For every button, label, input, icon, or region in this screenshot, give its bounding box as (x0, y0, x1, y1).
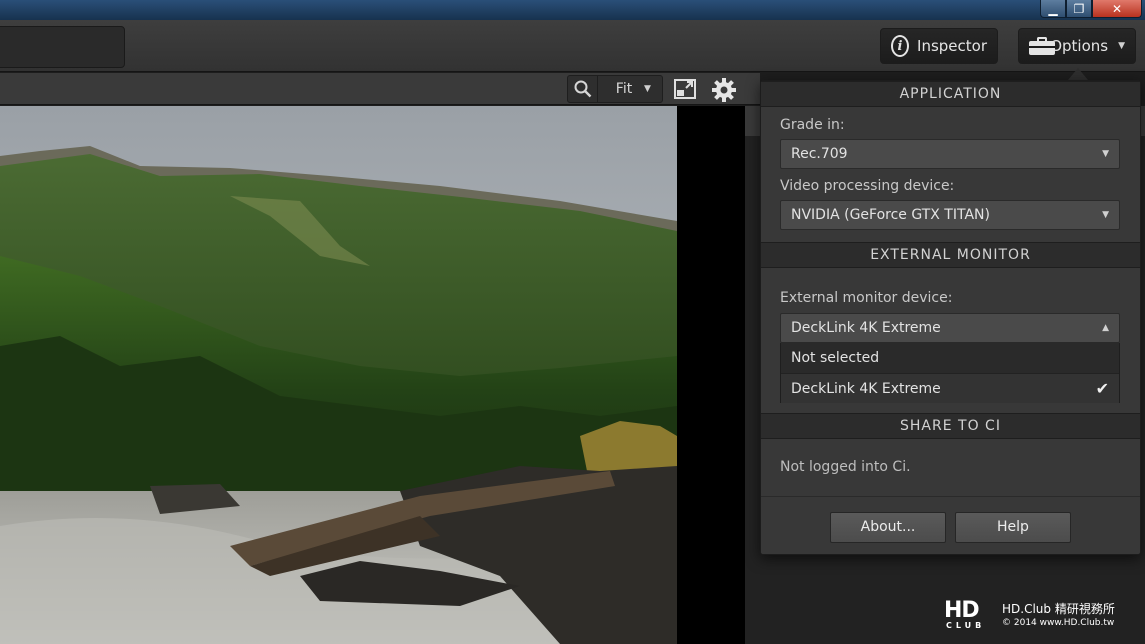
about-button[interactable]: About... (830, 512, 946, 543)
watermark: HD CLUB HD.Club 精研視務所 © 2014 www.HD.Club… (944, 598, 1144, 638)
chevron-down-icon: ▼ (644, 84, 651, 94)
close-window-button[interactable]: ✕ (1092, 0, 1142, 18)
toolbar-left-field[interactable] (0, 26, 125, 68)
grade-label: Grade in: (780, 117, 845, 133)
watermark-title: HD.Club 精研視務所 (1002, 602, 1115, 616)
watermark-logo: HD (944, 598, 980, 623)
video-device-value: NVIDIA (GeForce GTX TITAN) (791, 207, 990, 223)
application-header: APPLICATION (761, 81, 1140, 107)
viewer-toolbar: Fit ▼ (0, 73, 760, 105)
options-button[interactable]: Options ▼ (1018, 28, 1136, 64)
external-monitor-header: EXTERNAL MONITOR (761, 242, 1140, 268)
info-icon: i (891, 35, 910, 57)
landscape-image (0, 106, 677, 644)
monitor-device-value: DeckLink 4K Extreme (791, 320, 941, 336)
maximize-icon: ❐ (1073, 1, 1085, 16)
ci-status-text: Not logged into Ci. (780, 459, 911, 475)
minimize-icon: ▁ (1048, 1, 1058, 16)
briefcase-icon (1029, 37, 1055, 55)
video-viewer[interactable] (0, 106, 745, 644)
chevron-up-icon: ▲ (1102, 323, 1109, 333)
chevron-down-icon: ▼ (1102, 210, 1109, 220)
maximize-button[interactable]: ❐ (1066, 0, 1092, 18)
options-panel: APPLICATION Grade in: Rec.709 ▼ Video pr… (760, 80, 1141, 555)
options-label: Options (1050, 37, 1109, 55)
zoom-dropdown[interactable]: Fit ▼ (567, 75, 663, 103)
monitor-options-list: Not selected DeckLink 4K Extreme ✔ (780, 343, 1120, 403)
search-icon[interactable] (568, 76, 598, 102)
share-to-ci-header: SHARE TO CI (761, 413, 1140, 439)
zoom-value: Fit (615, 81, 633, 97)
help-button[interactable]: Help (955, 512, 1071, 543)
gear-icon[interactable] (711, 77, 737, 103)
watermark-copyright: © 2014 www.HD.Club.tw (1002, 618, 1115, 628)
chevron-down-icon: ▼ (1118, 41, 1125, 51)
list-item[interactable]: DeckLink 4K Extreme ✔ (781, 373, 1119, 403)
watermark-logo-sub: CLUB (946, 621, 986, 630)
video-device-dropdown[interactable]: NVIDIA (GeForce GTX TITAN) ▼ (780, 200, 1120, 230)
window-titlebar: ▁ ❐ ✕ (0, 0, 1145, 20)
divider (761, 496, 1140, 497)
checkmark-icon: ✔ (1095, 379, 1109, 398)
grade-dropdown[interactable]: Rec.709 ▼ (780, 139, 1120, 169)
inspector-label: Inspector (917, 37, 987, 55)
minimize-button[interactable]: ▁ (1040, 0, 1066, 18)
chevron-down-icon: ▼ (1102, 149, 1109, 159)
popover-arrow (1068, 68, 1088, 80)
video-device-label: Video processing device: (780, 178, 955, 194)
main-toolbar: i Inspector Options ▼ (0, 20, 1145, 72)
monitor-device-dropdown[interactable]: DeckLink 4K Extreme ▲ (780, 313, 1120, 343)
list-item[interactable]: Not selected (781, 343, 1119, 373)
inspector-button[interactable]: i Inspector (880, 28, 998, 64)
close-icon: ✕ (1111, 1, 1123, 16)
fit-to-window-icon[interactable] (674, 79, 696, 99)
grade-value: Rec.709 (791, 146, 848, 162)
monitor-device-label: External monitor device: (780, 290, 953, 306)
